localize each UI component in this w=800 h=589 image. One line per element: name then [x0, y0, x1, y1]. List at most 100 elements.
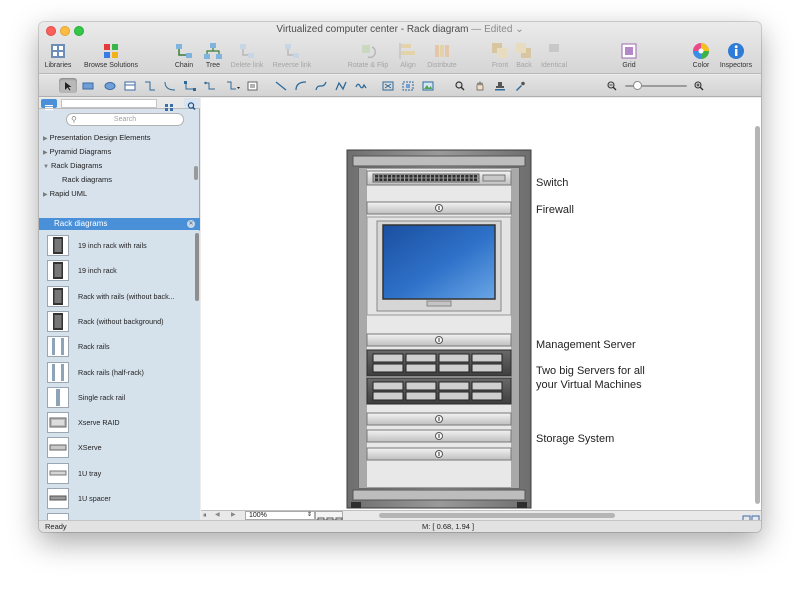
edited-indicator[interactable]: — Edited ⌄ [471, 24, 523, 35]
library-item[interactable]: Rack with rails (without back... [39, 284, 193, 309]
zoom-to-fit-tool[interactable] [379, 78, 397, 93]
chain-button[interactable]: Chain [170, 39, 198, 73]
search-icon [187, 102, 196, 111]
tree-scrollbar[interactable] [194, 166, 198, 180]
horizontal-scroll-thumb[interactable] [379, 513, 615, 518]
diagram-canvas[interactable]: Switch Firewall Management Server Two bi… [201, 98, 761, 510]
rack-diagram[interactable] [201, 98, 752, 510]
inspectors-button[interactable]: Inspectors [717, 39, 755, 73]
library-item[interactable]: 1U server [39, 511, 193, 520]
delete-link-button[interactable]: Delete link [227, 39, 267, 73]
monitor-device[interactable] [366, 216, 512, 316]
library-item[interactable]: 19 inch rack with rails [39, 233, 193, 258]
rectangle-tool[interactable] [79, 78, 97, 93]
arc-icon [295, 80, 307, 90]
polyline-tool[interactable] [332, 78, 350, 93]
library-scrollbar[interactable] [194, 231, 200, 520]
reverse-link-button[interactable]: Reverse link [268, 39, 316, 73]
libraries-button[interactable]: Libraries [42, 39, 74, 73]
bezier-tool[interactable] [312, 78, 330, 93]
grid-button[interactable]: Grid [617, 39, 641, 73]
page-list-button[interactable]: ⏸ [203, 511, 213, 520]
tree-item-rack-diagrams[interactable]: ▼ Rack Diagrams [43, 161, 102, 170]
pan-tool[interactable] [471, 78, 489, 93]
close-library-button[interactable]: ✕ [187, 220, 195, 228]
library-item[interactable]: Xserve RAID [39, 410, 193, 435]
storage-system-label[interactable]: Storage System [536, 433, 614, 446]
library-tree-view-button[interactable] [41, 99, 57, 111]
smart-connector-tool[interactable] [181, 78, 199, 93]
sidebar-filter-field[interactable] [61, 99, 157, 108]
color-button[interactable]: Color [689, 39, 713, 73]
servers-label-line1[interactable]: Two big Servers for all [536, 365, 645, 378]
library-item[interactable]: Rack rails [39, 334, 193, 359]
round-connector-tool[interactable] [201, 78, 219, 93]
tree-button[interactable]: Tree [199, 39, 227, 73]
tree-item-presentation-design[interactable]: ▶ Presentation Design Elements [43, 133, 151, 142]
next-page-button[interactable]: ▶ [231, 511, 241, 520]
image-tool[interactable] [419, 78, 437, 93]
library-shape-list: 19 inch rack with rails 19 inch rack Rack … [39, 231, 193, 520]
select-tool[interactable] [59, 78, 77, 93]
identical-button[interactable]: Identical [537, 39, 571, 73]
management-server-device[interactable] [366, 333, 512, 347]
library-scroll-thumb[interactable] [195, 233, 199, 301]
back-button[interactable]: Back [513, 39, 535, 73]
management-server-label[interactable]: Management Server [536, 339, 636, 352]
grid-icon [621, 43, 637, 59]
fit-page-button[interactable] [742, 511, 760, 524]
zoom-in-button[interactable] [690, 78, 708, 93]
connector-tool[interactable] [141, 78, 159, 93]
tree-item-pyramid-diagrams[interactable]: ▶ Pyramid Diagrams [43, 147, 111, 156]
group-icon [402, 81, 414, 90]
switch-device[interactable] [366, 170, 512, 186]
firewall-label[interactable]: Firewall [536, 204, 574, 217]
connector-options-tool[interactable] [224, 78, 242, 93]
storage-unit-1[interactable] [366, 412, 512, 426]
storage-unit-3[interactable] [366, 447, 512, 461]
browse-solutions-button[interactable]: Browse Solutions [79, 39, 143, 73]
big-server-1[interactable] [366, 349, 512, 377]
eyedropper-tool[interactable] [511, 78, 529, 93]
group-tool[interactable] [399, 78, 417, 93]
tree-item-rack-diagrams-library[interactable]: Rack diagrams [62, 175, 112, 184]
grid-view-button[interactable] [163, 99, 175, 111]
magnify-tool[interactable] [451, 78, 469, 93]
align-button[interactable]: Align [394, 39, 422, 73]
arc-tool[interactable] [292, 78, 310, 93]
library-item[interactable]: Single rack rail [39, 385, 193, 410]
distribute-button[interactable]: Distribute [423, 39, 461, 73]
table-tool[interactable] [121, 78, 139, 93]
text-tool[interactable] [244, 78, 262, 93]
firewall-device[interactable] [366, 201, 512, 215]
library-item[interactable]: 1U spacer [39, 486, 193, 511]
page-view-toggle[interactable] [315, 511, 343, 525]
servers-label-line2[interactable]: your Virtual Machines [536, 379, 642, 392]
storage-unit-2[interactable] [366, 429, 512, 443]
rotate-flip-button[interactable]: Rotate & Flip [345, 39, 391, 73]
tree-item-rapid-uml[interactable]: ▶ Rapid UML [43, 189, 87, 198]
stamp-tool[interactable] [491, 78, 509, 93]
curved-connector-tool[interactable] [161, 78, 179, 93]
front-button[interactable]: Front [489, 39, 511, 73]
vertical-scroll-thumb[interactable] [755, 126, 760, 504]
previous-page-button[interactable]: ◀ [215, 511, 225, 520]
library-search-input[interactable]: ⚲ Search [66, 113, 184, 126]
zoom-level-select[interactable]: 100% ⇕ [245, 511, 315, 520]
library-item[interactable]: Rack (without background) [39, 309, 193, 334]
zoom-out-button[interactable] [603, 78, 621, 93]
switch-label[interactable]: Switch [536, 177, 568, 190]
zoom-slider-knob[interactable] [633, 81, 642, 90]
library-item[interactable]: Rack rails (half-rack) [39, 360, 193, 385]
line-tool[interactable] [272, 78, 290, 93]
switch-port [387, 175, 392, 178]
library-item[interactable]: 19 inch rack [39, 258, 193, 283]
library-item[interactable]: XServe [39, 435, 193, 460]
ellipse-tool[interactable] [101, 78, 119, 93]
sidebar-search-button[interactable] [184, 98, 200, 111]
library-item[interactable]: 1U tray [39, 461, 193, 486]
vertical-scrollbar[interactable] [752, 98, 761, 510]
big-server-2[interactable] [366, 377, 512, 405]
freehand-tool[interactable] [352, 78, 370, 93]
chain-label: Chain [174, 62, 194, 69]
